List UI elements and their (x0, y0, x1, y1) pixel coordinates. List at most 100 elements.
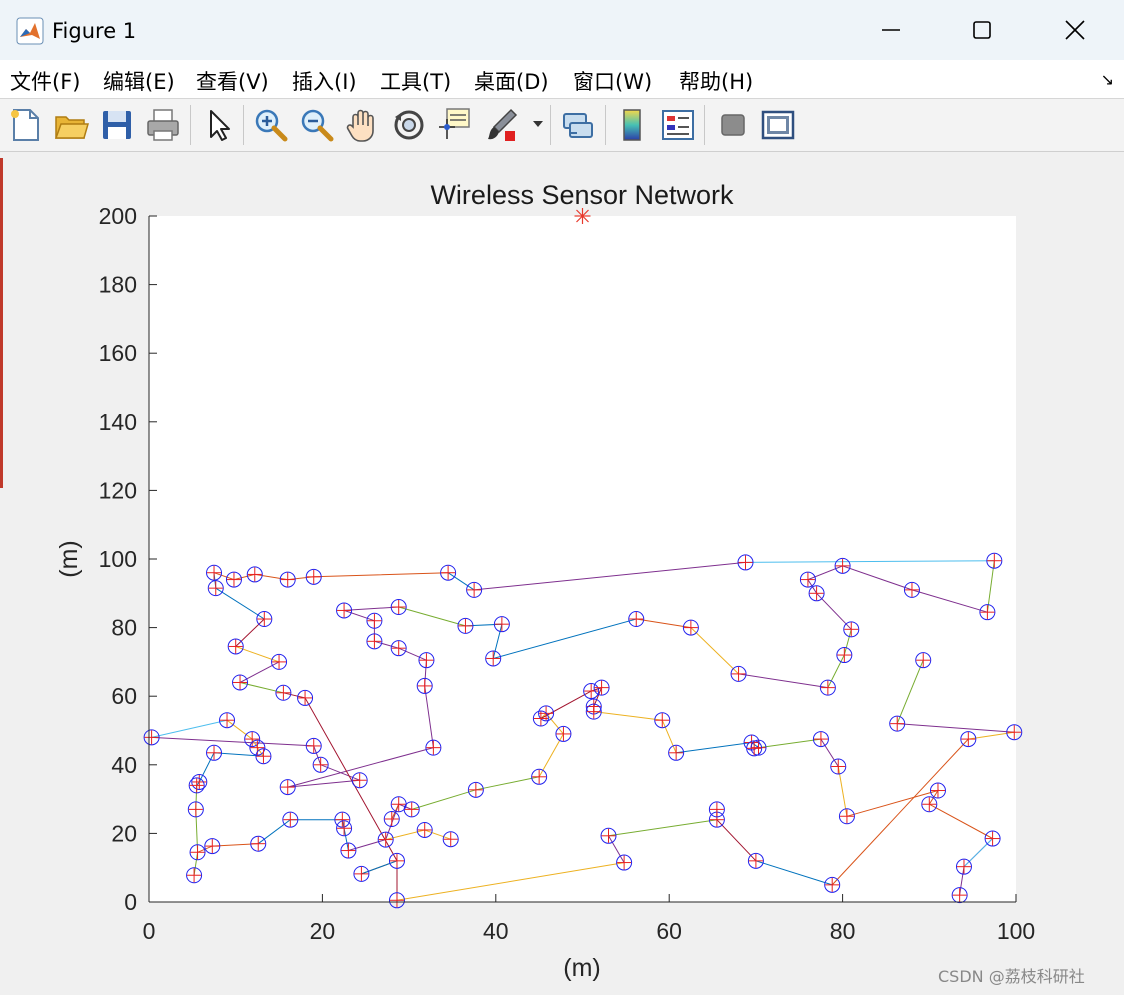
y-tick-label: 120 (99, 477, 137, 503)
sensor-node (889, 715, 906, 732)
sensor-node (188, 777, 205, 794)
y-tick-label: 140 (99, 409, 137, 435)
menu-view[interactable]: 查看(V) (196, 66, 269, 96)
menu-window[interactable]: 窗口(W) (573, 66, 652, 96)
y-tick-label: 160 (99, 340, 137, 366)
sensor-node (979, 604, 996, 621)
minimize-button[interactable] (866, 10, 916, 50)
sensor-node (377, 831, 394, 848)
sensor-node (279, 571, 296, 588)
sensor-node (843, 621, 860, 638)
legend-icon[interactable] (658, 105, 698, 145)
sensor-node (416, 821, 433, 838)
sensor-node (390, 599, 407, 616)
sensor-node (187, 801, 204, 818)
plot-axes-background (149, 216, 1016, 902)
sensor-node (628, 611, 645, 628)
maximize-icon (973, 21, 991, 39)
sensor-node (467, 781, 484, 798)
sensor-node (353, 865, 370, 882)
close-button[interactable] (1050, 10, 1100, 50)
x-axis-label: (m) (563, 954, 600, 982)
y-axis-label: (m) (55, 540, 83, 577)
print-icon[interactable] (143, 105, 183, 145)
sensor-node (746, 740, 763, 757)
sensor-node (824, 876, 841, 893)
pan-icon[interactable] (343, 105, 383, 145)
colorbar-icon[interactable] (612, 105, 652, 145)
y-tick-label: 80 (111, 615, 137, 641)
sensor-node (986, 552, 1003, 569)
toolbar-separator (550, 105, 551, 145)
sensor-node (747, 852, 764, 869)
x-tick-label: 80 (830, 918, 856, 944)
figure-canvas[interactable]: Wireless Sensor Network (m) (m) 0 20 40 60 8… (0, 152, 1124, 995)
sensor-node (960, 731, 977, 748)
sensor-node (403, 801, 420, 818)
sensor-node (951, 887, 968, 904)
data-cursor-icon[interactable] (435, 105, 475, 145)
minimize-icon (882, 29, 900, 31)
y-tick-label: 20 (111, 820, 137, 846)
close-icon (1065, 20, 1085, 40)
sensor-node (531, 768, 548, 785)
sensor-node (206, 564, 223, 581)
menu-help[interactable]: 帮助(H) (679, 66, 753, 96)
sensor-node (929, 782, 946, 799)
sensor-node (305, 737, 322, 754)
y-tick-label: 100 (99, 546, 137, 572)
menu-tools[interactable]: 工具(T) (380, 66, 451, 96)
sensor-node (189, 844, 206, 861)
sensor-node (955, 858, 972, 875)
y-tick-label: 60 (111, 683, 137, 709)
sensor-node (737, 554, 754, 571)
sensor-node (246, 566, 263, 583)
menu-desktop[interactable]: 桌面(D) (474, 66, 549, 96)
window-title: Figure 1 (52, 19, 137, 43)
sensor-node (730, 665, 747, 682)
sensor-node (416, 677, 433, 694)
new-figure-icon[interactable] (6, 105, 46, 145)
zoom-out-icon[interactable] (297, 105, 337, 145)
sensor-node (921, 796, 938, 813)
link-icon[interactable] (558, 105, 598, 145)
sensor-node (593, 679, 610, 696)
figure-toolbar (0, 99, 1124, 152)
toolbar-separator (605, 105, 606, 145)
sensor-node (668, 744, 685, 761)
maximize-button[interactable] (957, 10, 1007, 50)
watermark-text: CSDN @荔枝科研社 (938, 967, 1085, 986)
menu-file[interactable]: 文件(F) (10, 66, 80, 96)
show-plot-tools-icon[interactable] (758, 105, 798, 145)
brush-icon[interactable] (483, 105, 523, 145)
dock-arrow-icon[interactable]: ↘ (1101, 70, 1114, 89)
sensor-node (279, 779, 296, 796)
sensor-node (440, 564, 457, 581)
sensor-node (204, 838, 221, 855)
sensor-node (838, 808, 855, 825)
sensor-node (383, 810, 400, 827)
sensor-node (834, 557, 851, 574)
menu-edit[interactable]: 编辑(E) (103, 66, 175, 96)
save-icon[interactable] (97, 105, 137, 145)
sensor-node (600, 827, 617, 844)
sensor-node (256, 611, 273, 628)
sensor-node (903, 581, 920, 598)
y-tick-label: 200 (99, 203, 137, 229)
zoom-in-icon[interactable] (251, 105, 291, 145)
hide-plot-tools-icon[interactable] (713, 105, 753, 145)
menu-insert[interactable]: 插入(I) (292, 66, 357, 96)
matlab-app-icon (16, 17, 44, 45)
sensor-node (808, 585, 825, 602)
x-tick-label: 20 (310, 918, 336, 944)
rotate-icon[interactable] (389, 105, 429, 145)
brush-dropdown-icon[interactable] (531, 118, 545, 130)
sensor-node (799, 571, 816, 588)
pointer-icon[interactable] (198, 105, 238, 145)
open-icon[interactable] (51, 105, 91, 145)
sensor-node (225, 571, 242, 588)
sensor-node (583, 683, 600, 700)
sensor-node (1006, 724, 1023, 741)
sensor-node (186, 867, 203, 884)
sensor-node (555, 725, 572, 742)
